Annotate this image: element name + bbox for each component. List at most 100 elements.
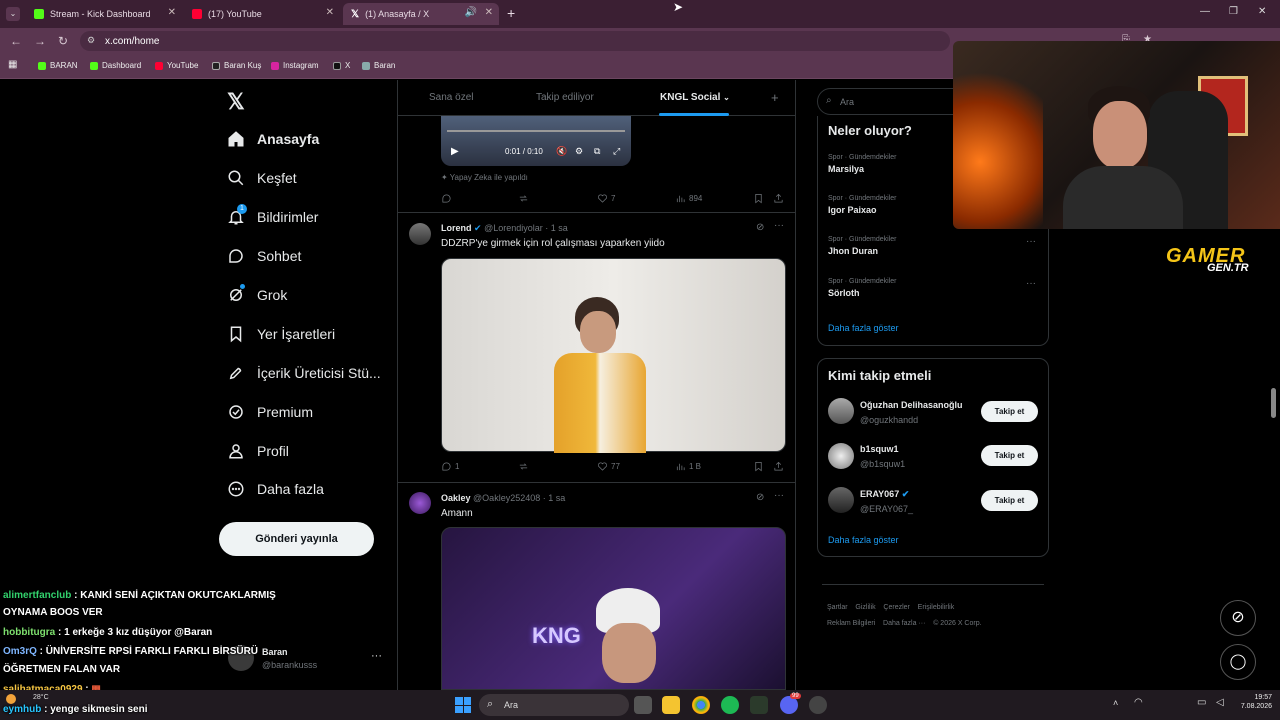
task-view-icon[interactable] — [634, 696, 652, 714]
post-image[interactable] — [441, 258, 786, 453]
close-icon[interactable]: ✕ — [168, 7, 176, 18]
show-more-link[interactable]: Daha fazla göster — [828, 535, 899, 545]
bookmark-baran-2[interactable]: Baran — [362, 61, 395, 70]
share-button[interactable] — [773, 461, 787, 472]
footer-link[interactable]: Erişilebilirlik — [918, 604, 955, 611]
share-button[interactable] — [773, 193, 787, 204]
bookmark-dashboard[interactable]: Dashboard — [90, 61, 141, 70]
network-icon[interactable]: ▭ — [1197, 697, 1206, 708]
post-image[interactable]: KNG — [441, 527, 786, 690]
wifi-icon[interactable]: ◠ — [1134, 697, 1143, 708]
suggested-user-name-row[interactable]: ERAY067 ✔ — [860, 489, 909, 500]
add-tab-button[interactable]: + — [771, 90, 779, 105]
nav-grok[interactable]: Grok — [227, 284, 287, 304]
video-player[interactable]: ▶ 0:01 / 0:10 🔇 ⚙ ⧉ ⤢ — [441, 116, 631, 166]
speaker-icon[interactable]: 🔊 — [465, 7, 477, 18]
post-time[interactable]: · 1 sa — [543, 493, 566, 503]
nav-notifications[interactable]: Bildirimler 1 — [227, 204, 318, 226]
nav-profile[interactable]: Profil — [227, 442, 289, 460]
nav-creator-studio[interactable]: İçerik Üreticisi Stü... — [227, 364, 381, 382]
author-name[interactable]: Lorend — [441, 223, 472, 233]
avatar[interactable] — [828, 398, 854, 424]
url-field[interactable]: ⚙ x.com/home — [80, 31, 950, 51]
footer-link[interactable]: Gizlilik — [855, 604, 875, 611]
site-info-icon[interactable]: ⚙ — [87, 35, 95, 46]
pip-icon[interactable]: ⧉ — [594, 146, 600, 157]
footer-link[interactable]: Reklam Bilgileri — [827, 620, 875, 627]
app-icon[interactable] — [809, 696, 827, 714]
post-time[interactable]: · 1 sa — [545, 223, 568, 233]
nav-home[interactable]: Anasayfa — [227, 130, 319, 148]
bookmark-youtube[interactable]: YouTube — [155, 61, 198, 70]
suggested-user-name[interactable]: Oğuzhan Delihasanoğlu — [860, 400, 963, 410]
repost-button[interactable] — [518, 193, 532, 204]
follow-button[interactable]: Takip et — [981, 490, 1038, 511]
views-button[interactable]: 894 — [675, 193, 702, 204]
start-icon[interactable] — [455, 697, 471, 713]
trend-item[interactable]: Spor · Gündemdekiler Jhon Duran — [828, 236, 896, 256]
trend-item[interactable]: Spor · Gündemdekiler Sörloth — [828, 278, 896, 298]
repost-button[interactable] — [518, 461, 532, 472]
new-tab-button[interactable]: + — [507, 5, 515, 21]
avatar[interactable] — [409, 492, 431, 514]
settings-icon[interactable]: ⚙ — [575, 146, 583, 157]
nav-premium[interactable]: Premium — [227, 403, 313, 421]
tab-kngl-social[interactable]: KNGL Social ⌄ — [660, 92, 730, 103]
like-button[interactable]: 77 — [597, 461, 620, 472]
tab-for-you[interactable]: Sana özel — [429, 92, 473, 103]
trend-item[interactable]: Spor · Gündemdekiler Marsilya — [828, 154, 896, 174]
reply-button[interactable] — [441, 193, 455, 204]
app-icon[interactable] — [750, 696, 768, 714]
close-icon[interactable]: ✕ — [326, 7, 334, 18]
footer-link[interactable]: Şartlar — [827, 604, 848, 611]
trend-item[interactable]: Spor · Gündemdekiler Igor Paixao — [828, 195, 896, 215]
avatar[interactable] — [409, 223, 431, 245]
tab-kick[interactable]: Stream - Kick Dashboard ✕ — [26, 3, 182, 25]
more-dots-icon[interactable]: ··· — [1026, 278, 1036, 289]
footer-link[interactable]: Çerezler — [883, 604, 909, 611]
like-button[interactable]: 7 — [597, 193, 615, 204]
avatar[interactable] — [828, 487, 854, 513]
tab-following[interactable]: Takip ediliyor — [536, 92, 594, 103]
show-more-link[interactable]: Daha fazla göster — [828, 323, 899, 333]
nav-more[interactable]: Daha fazla — [227, 480, 324, 498]
chevron-up-icon[interactable]: ˄ — [1113, 698, 1118, 708]
clock[interactable]: 19:57 7.08.2026 — [1240, 694, 1272, 710]
apps-grid-icon[interactable]: ▦ — [8, 59, 17, 70]
more-dots-icon[interactable]: ··· — [1026, 236, 1036, 247]
nav-bookmarks[interactable]: Yer İşaretleri — [227, 325, 335, 343]
fullscreen-icon[interactable]: ⤢ — [613, 146, 620, 157]
window-close-icon[interactable]: ✕ — [1258, 6, 1266, 17]
views-button[interactable]: 1 B — [675, 461, 701, 472]
grok-fab-icon[interactable]: ⊘ — [1220, 600, 1256, 636]
author-handle[interactable]: @Oakley252408 — [473, 493, 540, 503]
more-dots-icon[interactable]: ··· — [774, 490, 784, 501]
chat-fab-icon[interactable]: ◯ — [1220, 644, 1256, 680]
back-icon[interactable]: ← — [10, 34, 22, 48]
post-button[interactable]: Gönderi yayınla — [219, 522, 374, 556]
video-progress[interactable] — [447, 130, 625, 132]
suggested-user-name[interactable]: b1squw1 — [860, 444, 899, 454]
nav-explore[interactable]: Keşfet — [227, 169, 297, 187]
mute-icon[interactable]: 🔇 — [556, 146, 567, 157]
taskbar-search[interactable]: ⌕ Ara — [479, 694, 629, 716]
bookmark-x[interactable]: X — [333, 61, 350, 70]
bookmark-baran-kus[interactable]: Baran Kuş — [212, 61, 261, 70]
grok-icon[interactable]: ⊘ — [756, 222, 764, 233]
author-name[interactable]: Oakley — [441, 493, 471, 503]
author-handle[interactable]: @Lorendiyolar — [484, 223, 543, 233]
nav-chat[interactable]: Sohbet — [227, 247, 301, 265]
reply-button[interactable]: 1 — [441, 461, 459, 472]
search-box[interactable]: ⌕ Ara — [817, 88, 967, 115]
tab-x[interactable]: 𝕏 (1) Anasayfa / X 🔊 ✕ — [343, 3, 499, 25]
footer-link[interactable]: Daha fazla ··· — [883, 620, 925, 627]
avatar[interactable] — [828, 443, 854, 469]
volume-icon[interactable]: ◁ — [1216, 697, 1224, 708]
follow-button[interactable]: Takip et — [981, 401, 1038, 422]
maximize-icon[interactable]: ❐ — [1229, 6, 1238, 17]
x-logo-icon[interactable]: 𝕏 — [227, 89, 245, 115]
forward-icon[interactable]: → — [34, 34, 46, 48]
tab-search-icon[interactable]: ⌄ — [6, 7, 20, 21]
minimize-icon[interactable]: — — [1200, 6, 1210, 17]
play-icon[interactable]: ▶ — [451, 146, 459, 157]
